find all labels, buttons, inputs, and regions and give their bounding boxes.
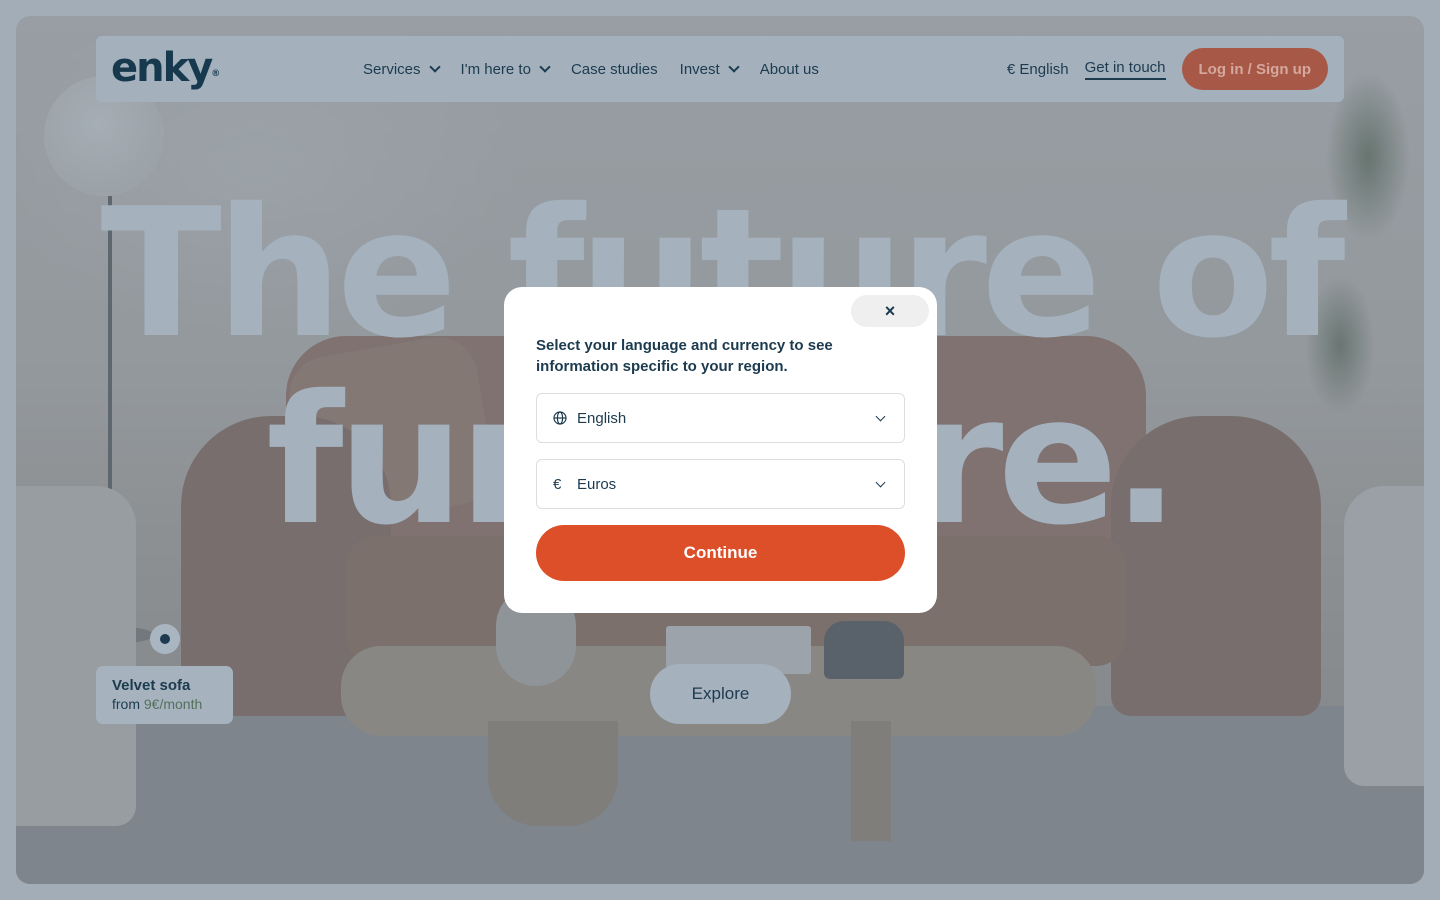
close-button[interactable]: × — [851, 295, 929, 327]
chevron-down-icon — [728, 61, 740, 73]
euro-icon: € — [553, 475, 562, 493]
region-modal: × Select your language and currency to s… — [504, 287, 937, 613]
nav-im-here-to[interactable]: I'm here to — [460, 60, 551, 78]
nav-im-here-to-label: I'm here to — [460, 60, 531, 78]
nav-services[interactable]: Services — [363, 60, 441, 78]
product-price-value: 9€/month — [143, 696, 203, 712]
registered-mark: ® — [211, 69, 221, 79]
logo-text: enky — [111, 45, 213, 91]
product-price-prefix: from — [112, 696, 144, 712]
close-icon: × — [884, 300, 896, 321]
main-nav: Services I'm here to Case studies Invest… — [363, 36, 819, 102]
chevron-down-icon — [539, 61, 551, 73]
nav-invest[interactable]: Invest — [679, 60, 740, 78]
get-in-touch-link[interactable]: Get in touch — [1084, 59, 1166, 80]
chevron-down-icon — [428, 61, 441, 73]
login-signup-button[interactable]: Log in / Sign up — [1181, 48, 1328, 90]
nav-invest-label: Invest — [679, 60, 720, 78]
nav-case-studies[interactable]: Case studies — [571, 61, 658, 78]
modal-title: Select your language and currency to see… — [536, 337, 833, 375]
top-navbar: enky® Services I'm here to Case studies … — [96, 36, 1344, 102]
product-hotspot[interactable] — [150, 624, 180, 654]
chevron-down-icon — [875, 411, 886, 421]
enky-logo[interactable]: enky® — [111, 46, 220, 90]
nav-about-us-label: About us — [759, 60, 819, 78]
nav-about-us[interactable]: About us — [760, 61, 819, 78]
nav-services-label: Services — [363, 60, 421, 78]
currency-select-value: Euros — [577, 475, 617, 493]
chevron-down-icon — [875, 477, 886, 487]
language-currency-switch[interactable]: € English — [1007, 61, 1069, 78]
hotspot-dot-icon — [160, 634, 170, 644]
continue-button[interactable]: Continue — [536, 525, 905, 581]
currency-select[interactable]: € Euros — [536, 459, 905, 509]
language-select-value: English — [577, 409, 627, 427]
nav-actions: € English Get in touch Log in / Sign up — [1007, 48, 1328, 90]
product-price: from 9€/month — [112, 695, 217, 714]
product-card[interactable]: Velvet sofa from 9€/month — [96, 666, 233, 724]
product-name: Velvet sofa — [112, 677, 191, 694]
explore-button[interactable]: Explore — [650, 664, 791, 724]
language-select[interactable]: English — [536, 393, 905, 443]
globe-icon — [553, 411, 569, 425]
nav-case-studies-label: Case studies — [570, 60, 658, 78]
